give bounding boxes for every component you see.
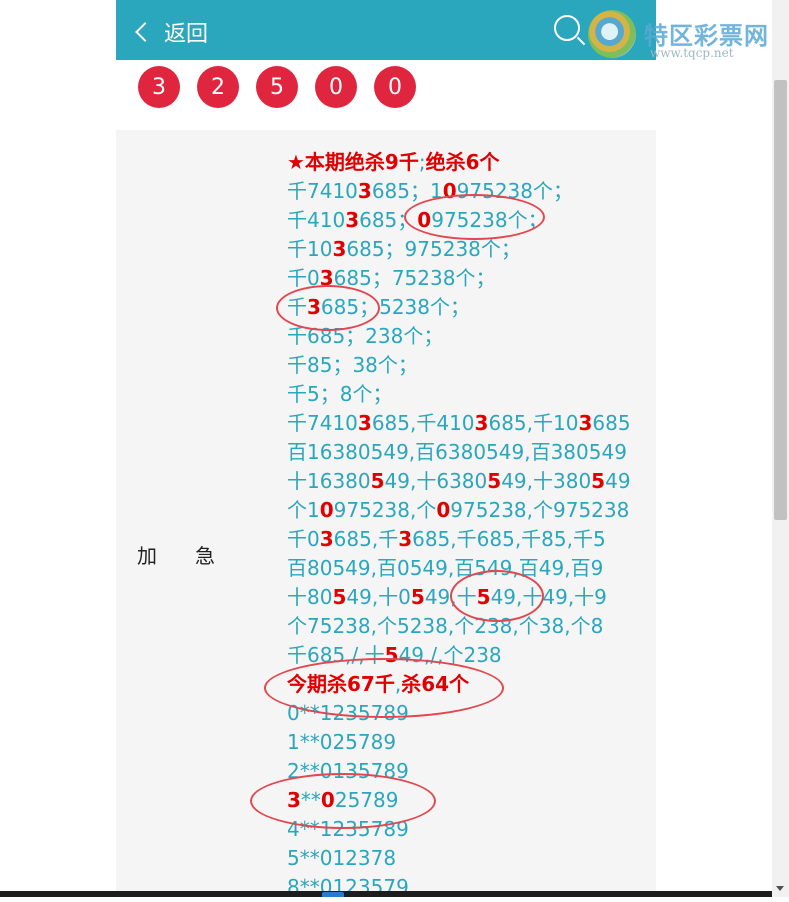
line-text: 975238,个975238 — [450, 498, 630, 522]
side-label-char: 加 — [137, 544, 157, 568]
line-text: 百16380549,百6380549,百380549 — [287, 440, 627, 464]
line-text: 千410 — [287, 208, 346, 232]
taskbar-active-indicator — [322, 892, 344, 897]
highlight-text: 5 — [591, 469, 606, 493]
result-ball: 5 — [256, 66, 298, 108]
line-text: 千10 — [287, 237, 333, 261]
scrollbar-thumb[interactable] — [774, 80, 787, 520]
line-text: 49,十380 — [501, 469, 592, 493]
line-text: 千7410 — [287, 411, 358, 435]
taskbar — [0, 891, 772, 897]
line-text: 49 — [605, 469, 631, 493]
text-line: 8**0123579 — [287, 873, 631, 902]
line-text: 685,千685,千85,千5 — [412, 527, 606, 551]
brand-logo: 特区彩票网 www.tqcp.net — [588, 10, 783, 62]
back-label: 返回 — [164, 22, 209, 47]
highlight-text: 3 — [357, 179, 372, 203]
line-text: 49,十6380 — [384, 469, 488, 493]
highlight-text: 3 — [345, 208, 360, 232]
line-text: 个1 — [287, 498, 320, 522]
highlight-text: 0 — [319, 498, 334, 522]
brand-url: www.tqcp.net — [650, 46, 734, 60]
top-bar: 返回 — [116, 0, 656, 60]
highlight-text: 5 — [487, 469, 502, 493]
result-ball: 2 — [197, 66, 239, 108]
line-text: ; — [418, 150, 426, 174]
line-text: 千7410 — [287, 179, 358, 203]
scroll-down-arrow-icon[interactable] — [776, 886, 784, 891]
result-ball: 0 — [315, 66, 357, 108]
search-icon[interactable] — [554, 15, 580, 41]
highlight-text: 绝杀6个 — [425, 150, 500, 174]
line-text: 49,十0 — [346, 585, 411, 609]
result-ball: 0 — [374, 66, 416, 108]
text-line: 千85；38个； — [287, 351, 631, 380]
text-line: 1**025789 — [287, 728, 631, 757]
text-line: 千74103685,千4103685,千103685 — [287, 409, 631, 438]
text-line: 十16380549,十6380549,十380549 — [287, 467, 631, 496]
logo-icon — [588, 10, 636, 58]
side-label-char: 急 — [195, 544, 215, 568]
highlight-text: 5 — [410, 585, 425, 609]
side-label: 加急 — [137, 540, 253, 569]
text-line: ★本期绝杀9千;绝杀6个 — [287, 148, 631, 177]
line-text: 975238,个 — [333, 498, 437, 522]
line-text: 十80 — [287, 585, 333, 609]
text-line: 个10975238,个0975238,个975238 — [287, 496, 631, 525]
text-line: 个75238,个5238,个238,个38,个8 — [287, 612, 631, 641]
result-balls: 3 2 5 0 0 — [138, 66, 416, 108]
highlight-text: 3 — [319, 527, 334, 551]
highlight-text: 3 — [578, 411, 593, 435]
highlight-text: ★本期绝杀9千 — [287, 150, 419, 174]
line-text: 685；75238个； — [333, 266, 496, 290]
highlight-text: 3 — [332, 237, 347, 261]
chevron-left-icon — [135, 22, 155, 42]
scrollbar[interactable] — [772, 0, 789, 897]
annotation-circle — [404, 194, 545, 240]
line-text: 千0 — [287, 527, 320, 551]
text-line: 千03685,千3685,千685,千85,千5 — [287, 525, 631, 554]
annotation-circle — [264, 658, 504, 718]
line-text: 百80549,百0549,百549,百49,百9 — [287, 556, 604, 580]
line-text: 685,千 — [333, 527, 399, 551]
line-text: 685；975238个； — [346, 237, 521, 261]
highlight-text: 3 — [474, 411, 489, 435]
highlight-text: 5 — [332, 585, 347, 609]
back-button[interactable]: 返回 — [135, 16, 209, 48]
line-text: 1**025789 — [287, 730, 397, 754]
result-ball: 3 — [138, 66, 180, 108]
line-text: 个75238,个5238,个238,个38,个8 — [287, 614, 604, 638]
highlight-text: 3 — [357, 411, 372, 435]
line-text: 685,千410 — [371, 411, 475, 435]
highlight-text: 3 — [398, 527, 413, 551]
text-line: 5**012378 — [287, 844, 631, 873]
line-text: 千85；38个； — [287, 353, 418, 377]
annotation-circle — [276, 285, 380, 331]
highlight-text: 5 — [370, 469, 385, 493]
highlight-text: 0 — [436, 498, 451, 522]
annotation-circle — [250, 773, 436, 829]
text-line: 千5；8个； — [287, 380, 631, 409]
line-text: 685,千10 — [488, 411, 579, 435]
line-text: 十16380 — [287, 469, 371, 493]
line-text: 685 — [592, 411, 631, 435]
text-line: 百16380549,百6380549,百380549 — [287, 438, 631, 467]
text-line: 百80549,百0549,百549,百49,百9 — [287, 554, 631, 583]
annotation-circle — [450, 570, 544, 622]
line-text: 千5；8个； — [287, 382, 393, 406]
line-text: 5**012378 — [287, 846, 397, 870]
